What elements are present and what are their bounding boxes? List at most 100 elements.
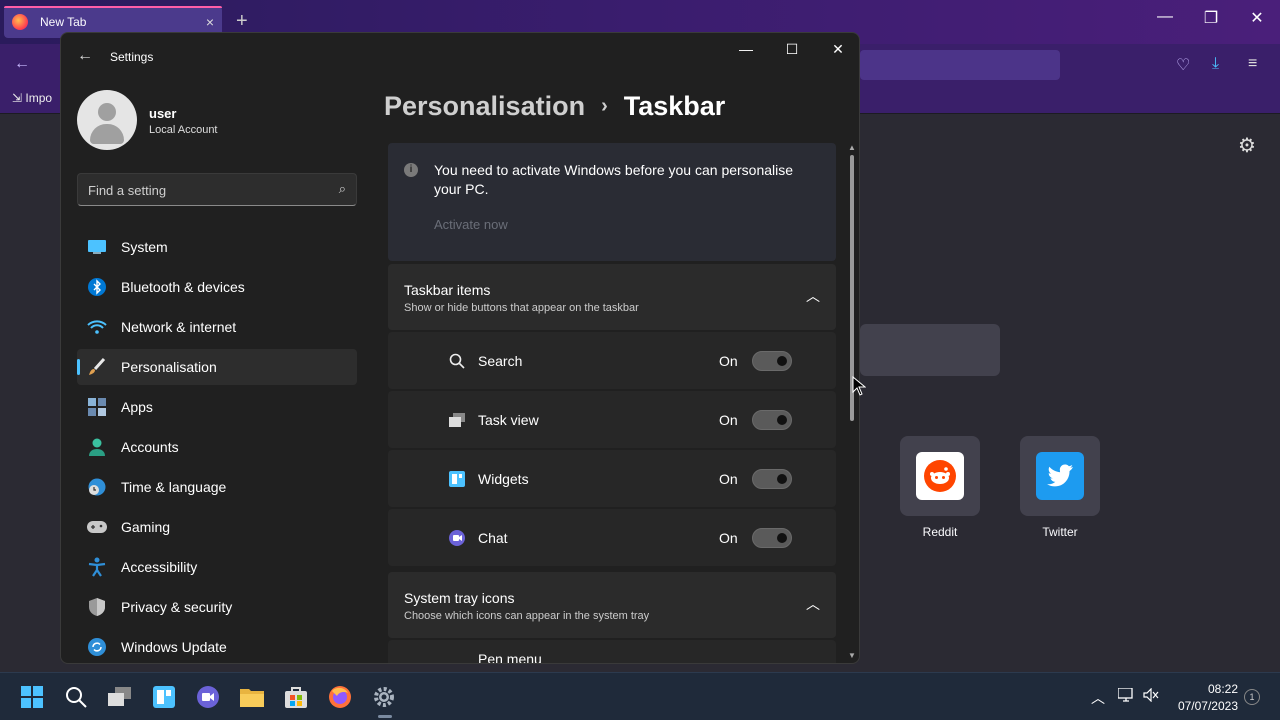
sidebar-item-label: Gaming [121,519,171,535]
close-button[interactable]: ✕ [823,41,853,58]
section-description: Choose which icons can appear in the sys… [404,610,650,622]
scroll-down-arrow-icon[interactable]: ▼ [848,651,856,660]
tab-close-icon[interactable]: × [206,14,214,30]
sidebar-item-apps[interactable]: Apps [77,389,357,425]
start-icon[interactable] [18,683,46,711]
item-label: Task view [478,412,539,428]
browser-restore-button[interactable]: ❐ [1196,8,1226,28]
task-view-toggle[interactable] [752,410,792,430]
back-arrow-icon[interactable]: ← [77,47,93,65]
system-icon [87,237,107,257]
update-icon [87,637,107,657]
import-bookmarks-link[interactable]: ⇲ Impo [12,91,52,105]
taskbar-item-search: Search On [388,332,836,389]
settings-window: ← Settings — ☐ ✕ user Local Account Find… [60,32,860,664]
back-arrow-icon[interactable]: ← [14,55,30,73]
widgets-toggle[interactable] [752,469,792,489]
task-view-icon[interactable] [106,683,134,711]
chevron-up-icon[interactable]: ︿ [806,594,820,614]
search-input[interactable]: Find a setting ⌕ [77,173,357,206]
scroll-up-arrow-icon[interactable]: ▲ [848,143,856,152]
search-toggle[interactable] [752,351,792,371]
widgets-icon[interactable] [150,683,178,711]
volume-muted-icon[interactable] [1143,687,1159,705]
chevron-up-icon[interactable]: ︿ [806,286,820,306]
newtab-search-box[interactable] [860,324,1000,376]
shortcut-label: Reddit [922,525,958,539]
sidebar-item-label: Windows Update [121,639,227,655]
chat-toggle[interactable] [752,528,792,548]
chevron-up-icon[interactable]: ︿ [1091,688,1105,708]
sidebar-item-label: Bluetooth & devices [121,279,245,295]
toggle-state: On [719,530,738,546]
minimize-button[interactable]: — [731,41,761,57]
sidebar-nav: System Bluetooth & devices Network & int… [77,229,357,663]
item-label: Pen menu [478,651,542,664]
address-bar[interactable] [860,50,1060,80]
firefox-icon [12,14,28,30]
store-icon[interactable] [282,683,310,711]
sidebar-item-label: Accessibility [121,559,198,575]
gamepad-icon [87,517,107,537]
sidebar-item-label: Network & internet [121,319,237,335]
mouse-cursor-icon [852,376,866,396]
maximize-button[interactable]: ☐ [777,41,807,58]
search-icon[interactable] [62,683,90,711]
taskbar-items-header[interactable]: Taskbar items Show or hide buttons that … [388,264,836,330]
sidebar-item-label: Accounts [121,439,179,455]
sidebar-item-bluetooth[interactable]: Bluetooth & devices [77,269,357,305]
downloads-icon[interactable]: ⤓ [1212,55,1219,73]
globe-clock-icon [87,477,107,497]
settings-icon[interactable] [370,683,398,711]
sidebar-item-accounts[interactable]: Accounts [77,429,357,465]
twitter-icon [1047,464,1073,487]
sidebar-item-label: System [121,239,168,255]
sidebar-item-windows-update[interactable]: Windows Update [77,629,357,663]
sidebar-item-system[interactable]: System [77,229,357,265]
search-icon[interactable]: ⌕ [339,181,346,197]
clock-time[interactable]: 08:22 [1176,682,1238,696]
taskbar: ︿ 08:22 07/07/2023 1 [0,672,1280,720]
shortcut-tile-twitter[interactable] [1020,436,1100,516]
firefox-icon[interactable] [326,683,354,711]
network-icon[interactable] [1117,687,1134,705]
item-label: Widgets [478,471,529,487]
sidebar-item-label: Apps [121,399,153,415]
sidebar-item-label: Time & language [121,479,227,495]
shortcut-tile-reddit[interactable] [900,436,980,516]
sidebar-item-time-language[interactable]: Time & language [77,469,357,505]
sidebar-item-gaming[interactable]: Gaming [77,509,357,545]
item-label: Chat [478,530,508,546]
activate-now-link[interactable]: Activate now [434,217,508,232]
section-title: Taskbar items [404,282,491,298]
sidebar-item-network[interactable]: Network & internet [77,309,357,345]
chat-icon[interactable] [194,683,222,711]
menu-icon[interactable]: ≡ [1248,55,1257,73]
task-view-icon [448,411,466,429]
settings-content: i You need to activate Windows before yo… [388,143,836,664]
scrollbar[interactable]: ▲ ▼ [846,143,858,663]
section-title: System tray icons [404,590,515,606]
clock-date[interactable]: 07/07/2023 [1170,699,1238,713]
shield-icon [87,597,107,617]
window-title: Settings [110,50,154,64]
activation-message: You need to activate Windows before you … [434,162,794,197]
sidebar-item-privacy-security[interactable]: Privacy & security [77,589,357,625]
profile-name: user [149,106,177,121]
sidebar-item-accessibility[interactable]: Accessibility [77,549,357,585]
browser-minimize-button[interactable]: — [1150,8,1180,26]
file-explorer-icon[interactable] [238,683,266,711]
breadcrumb-parent[interactable]: Personalisation [384,91,585,122]
accessibility-icon [87,557,107,577]
notification-badge[interactable]: 1 [1244,689,1260,705]
browser-close-button[interactable]: ✕ [1242,8,1272,28]
pocket-icon[interactable]: ♡ [1176,55,1190,75]
chat-icon [448,529,466,547]
gear-icon[interactable]: ⚙ [1238,133,1256,158]
sidebar-item-label: Personalisation [121,359,217,375]
sidebar-item-personalisation[interactable]: Personalisation [77,349,357,385]
avatar[interactable] [77,90,137,150]
search-icon [448,352,466,370]
new-tab-button[interactable]: + [236,10,248,33]
system-tray-icons-header[interactable]: System tray icons Choose which icons can… [388,572,836,638]
